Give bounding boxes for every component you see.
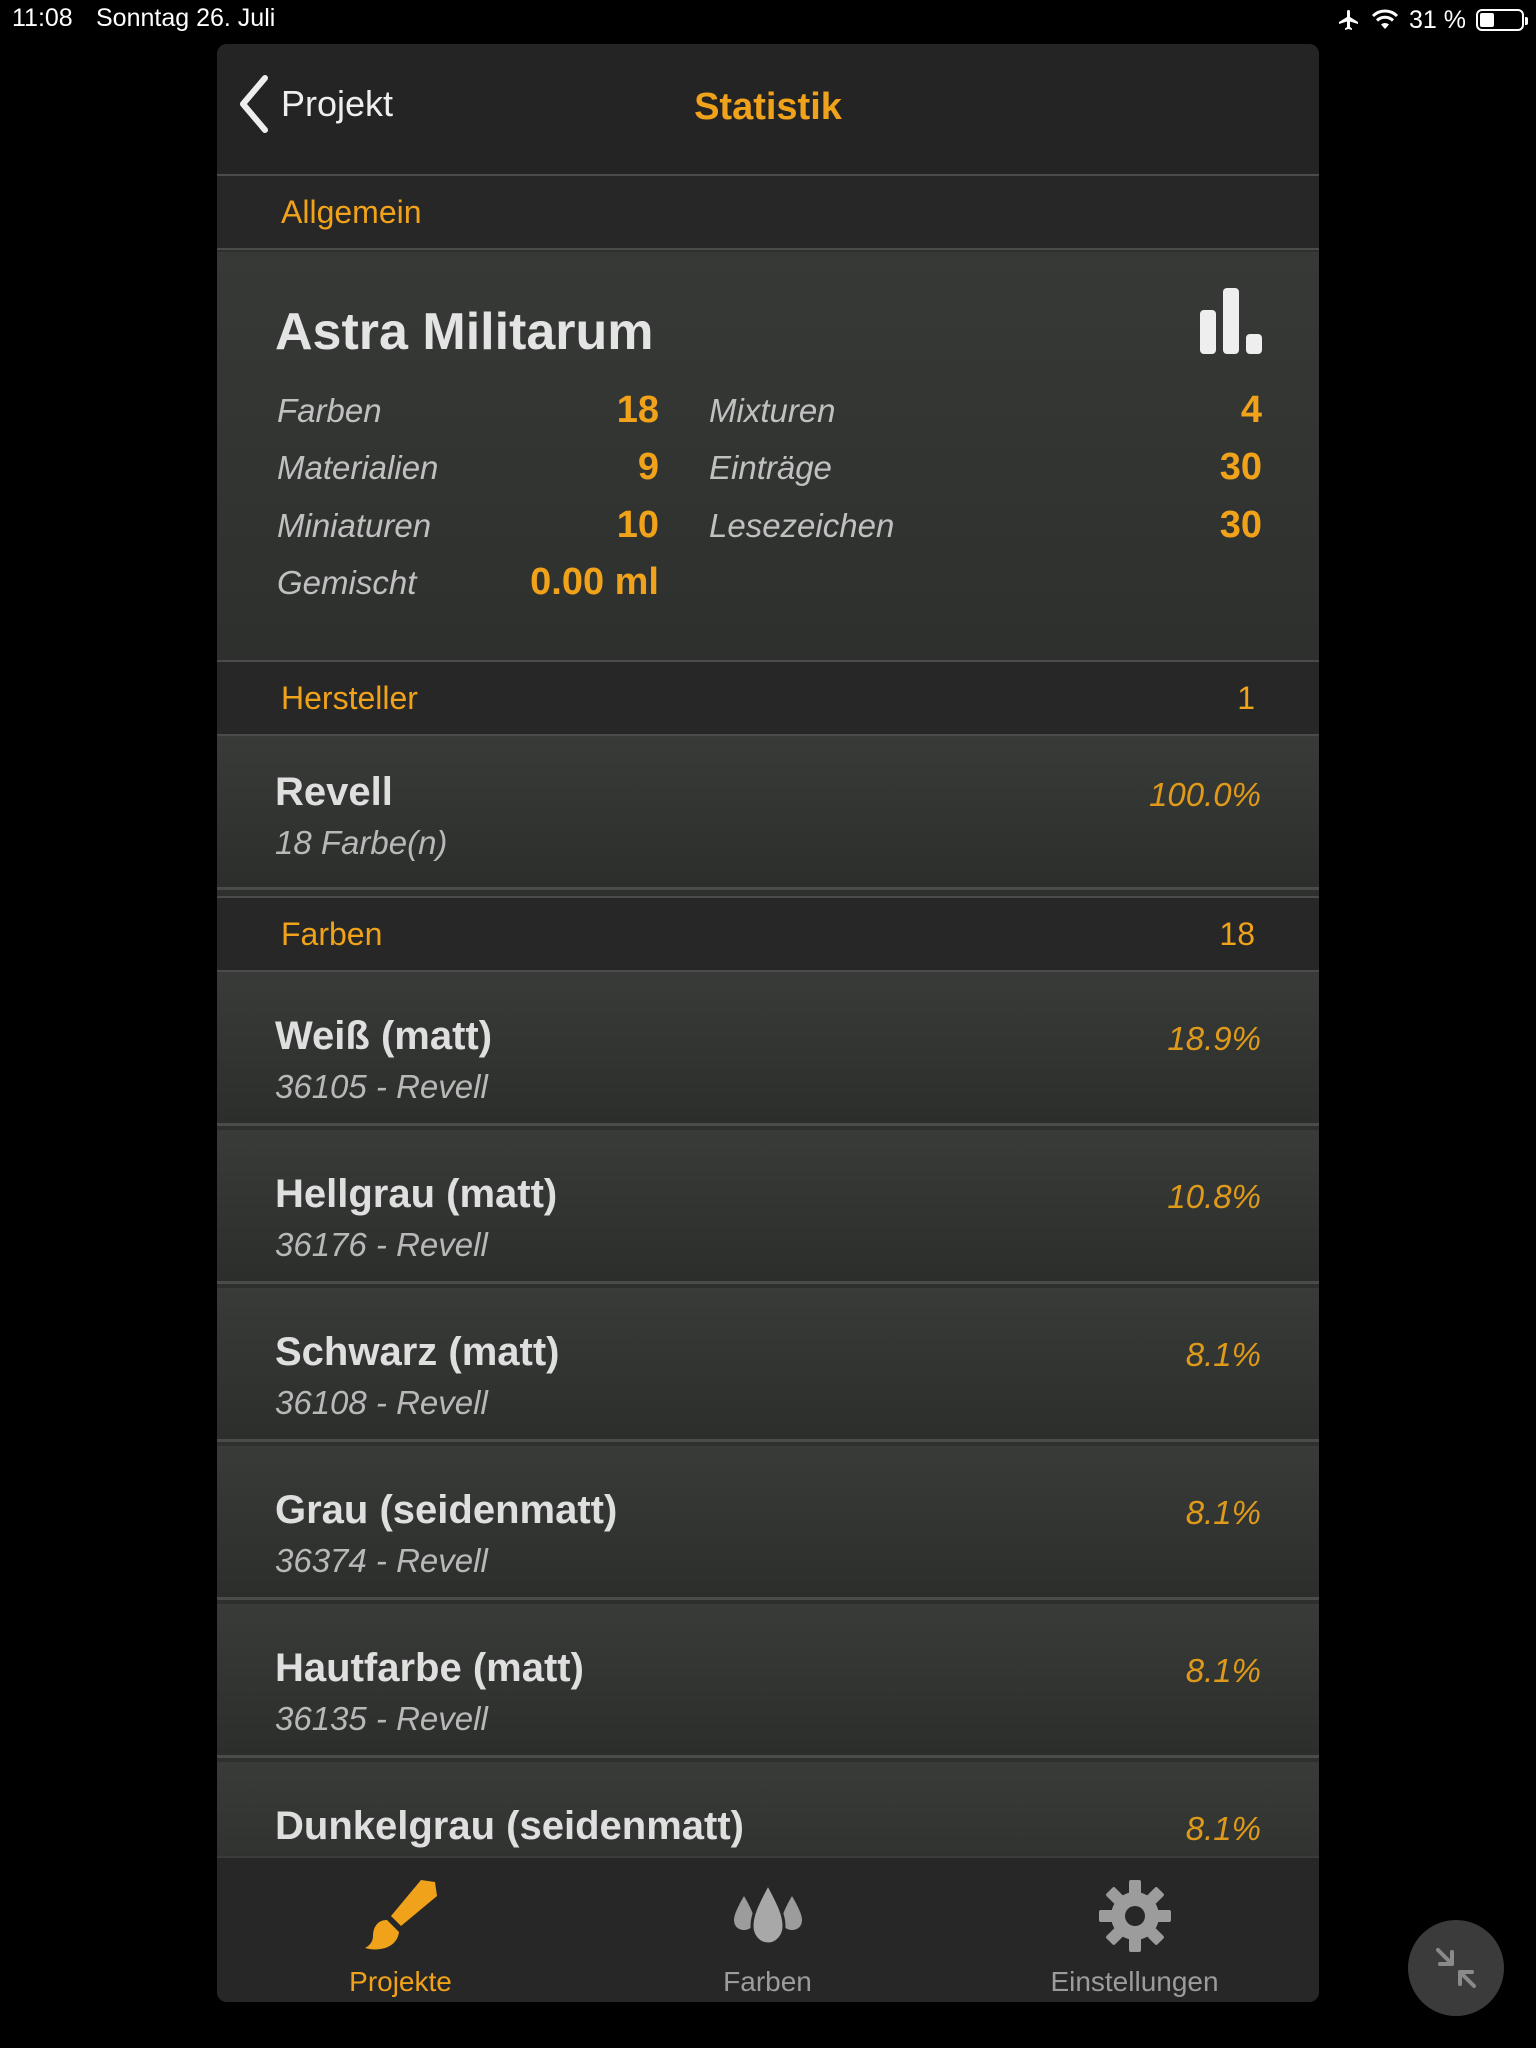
general-stats-card: Astra Militarum Farben 18 Materialien 9 …	[217, 252, 1319, 702]
manufacturer-name: Revell	[275, 770, 393, 814]
color-code: 36176 - Revell	[275, 1226, 488, 1263]
color-name: Hellgrau (matt)	[275, 1172, 558, 1216]
battery-percent: 31 %	[1409, 5, 1466, 34]
wifi-icon	[1371, 9, 1399, 29]
color-name: Grau (seidenmatt)	[275, 1488, 618, 1532]
color-row[interactable]: Hellgrau (matt) 36176 - Revell 10.8%	[217, 1130, 1319, 1284]
brush-icon	[364, 1880, 437, 1950]
section-manufacturers-title: Hersteller	[281, 680, 418, 716]
page-title: Statistik	[694, 86, 842, 128]
minimize-button[interactable]	[1408, 1920, 1504, 2016]
stat-value-lesezeichen: 30	[1219, 504, 1262, 546]
tab-label: Einstellungen	[1050, 1966, 1219, 1997]
color-name: Hautfarbe (matt)	[275, 1646, 584, 1690]
color-code: 36105 - Revell	[275, 1068, 488, 1105]
stat-value-eintraege: 30	[1219, 446, 1262, 488]
color-percent: 8.1%	[1185, 1336, 1261, 1373]
battery-level	[1480, 13, 1494, 27]
color-row[interactable]: Weiß (matt) 36105 - Revell 18.9%	[217, 972, 1319, 1126]
tab-label: Farben	[723, 1966, 812, 1997]
color-code: 36108 - Revell	[275, 1384, 488, 1421]
stat-label-materialien: Materialien	[277, 449, 439, 486]
manufacturer-row[interactable]: Revell 18 Farbe(n) 100.0%	[217, 736, 1319, 890]
color-percent: 8.1%	[1185, 1652, 1261, 1689]
drops-icon	[733, 1880, 802, 1946]
color-code: 36374 - Revell	[275, 1542, 488, 1579]
color-percent: 10.8%	[1167, 1178, 1261, 1215]
collapse-arrows-icon	[1436, 1948, 1476, 1988]
color-row[interactable]: Grau (seidenmatt) 36374 - Revell 8.1%	[217, 1446, 1319, 1600]
tab-projekte[interactable]: Projekte	[217, 1858, 584, 2002]
stat-label-miniaturen: Miniaturen	[277, 507, 432, 544]
stat-value-miniaturen: 10	[616, 504, 659, 546]
status-indicators: 31 %	[1337, 4, 1528, 36]
section-colors-header: Farben 18	[217, 896, 1319, 972]
color-row[interactable]: Schwarz (matt) 36108 - Revell 8.1%	[217, 1288, 1319, 1442]
manufacturer-color-count: 18 Farbe(n)	[275, 824, 448, 861]
section-manufacturers-header: Hersteller 1	[217, 660, 1319, 736]
battery-icon	[1476, 9, 1528, 31]
statistics-panel: Projekt Statistik Allgemein Astra Milita…	[217, 44, 1319, 2002]
stat-label-mixturen: Mixturen	[709, 392, 836, 429]
section-general-title: Allgemein	[281, 194, 422, 230]
airplane-mode-icon	[1339, 10, 1359, 30]
manufacturer-percent: 100.0%	[1149, 776, 1261, 813]
tab-farben[interactable]: Farben	[584, 1858, 951, 2002]
section-colors-title: Farben	[281, 916, 383, 952]
color-percent: 8.1%	[1185, 1810, 1261, 1847]
stat-label-farben: Farben	[277, 392, 382, 429]
section-colors-count: 18	[1219, 916, 1255, 952]
tab-bar: Projekte Farben Einstellungen	[217, 1856, 1319, 2002]
project-name: Astra Militarum	[275, 303, 654, 361]
color-percent: 8.1%	[1185, 1494, 1261, 1531]
stat-label-eintraege: Einträge	[709, 449, 832, 486]
tab-einstellungen[interactable]: Einstellungen	[951, 1858, 1318, 2002]
status-date: Sonntag 26. Juli	[96, 4, 276, 32]
color-percent: 18.9%	[1167, 1020, 1261, 1057]
stat-value-gemischt: 0.00 ml	[530, 561, 659, 603]
stat-label-gemischt: Gemischt	[277, 564, 417, 601]
bar-chart-icon[interactable]	[1198, 286, 1264, 356]
stat-value-farben: 18	[616, 389, 659, 431]
nav-bar: Projekt Statistik	[217, 44, 1319, 176]
stat-value-materialien: 9	[637, 446, 659, 488]
stat-value-mixturen: 4	[1240, 389, 1262, 431]
color-name: Schwarz (matt)	[275, 1330, 560, 1374]
section-manufacturers-count: 1	[1237, 680, 1255, 716]
gear-icon	[1098, 1880, 1171, 1952]
section-general-header: Allgemein	[217, 174, 1319, 250]
stat-label-lesezeichen: Lesezeichen	[709, 507, 895, 544]
color-name: Dunkelgrau (seidenmatt)	[275, 1804, 744, 1848]
color-name: Weiß (matt)	[275, 1014, 493, 1058]
tab-label: Projekte	[349, 1966, 452, 1997]
status-time: 11:08	[12, 4, 73, 32]
color-code: 36135 - Revell	[275, 1700, 488, 1737]
status-bar: 11:08 Sonntag 26. Juli 31 %	[0, 0, 1536, 40]
color-row[interactable]: Hautfarbe (matt) 36135 - Revell 8.1%	[217, 1604, 1319, 1758]
